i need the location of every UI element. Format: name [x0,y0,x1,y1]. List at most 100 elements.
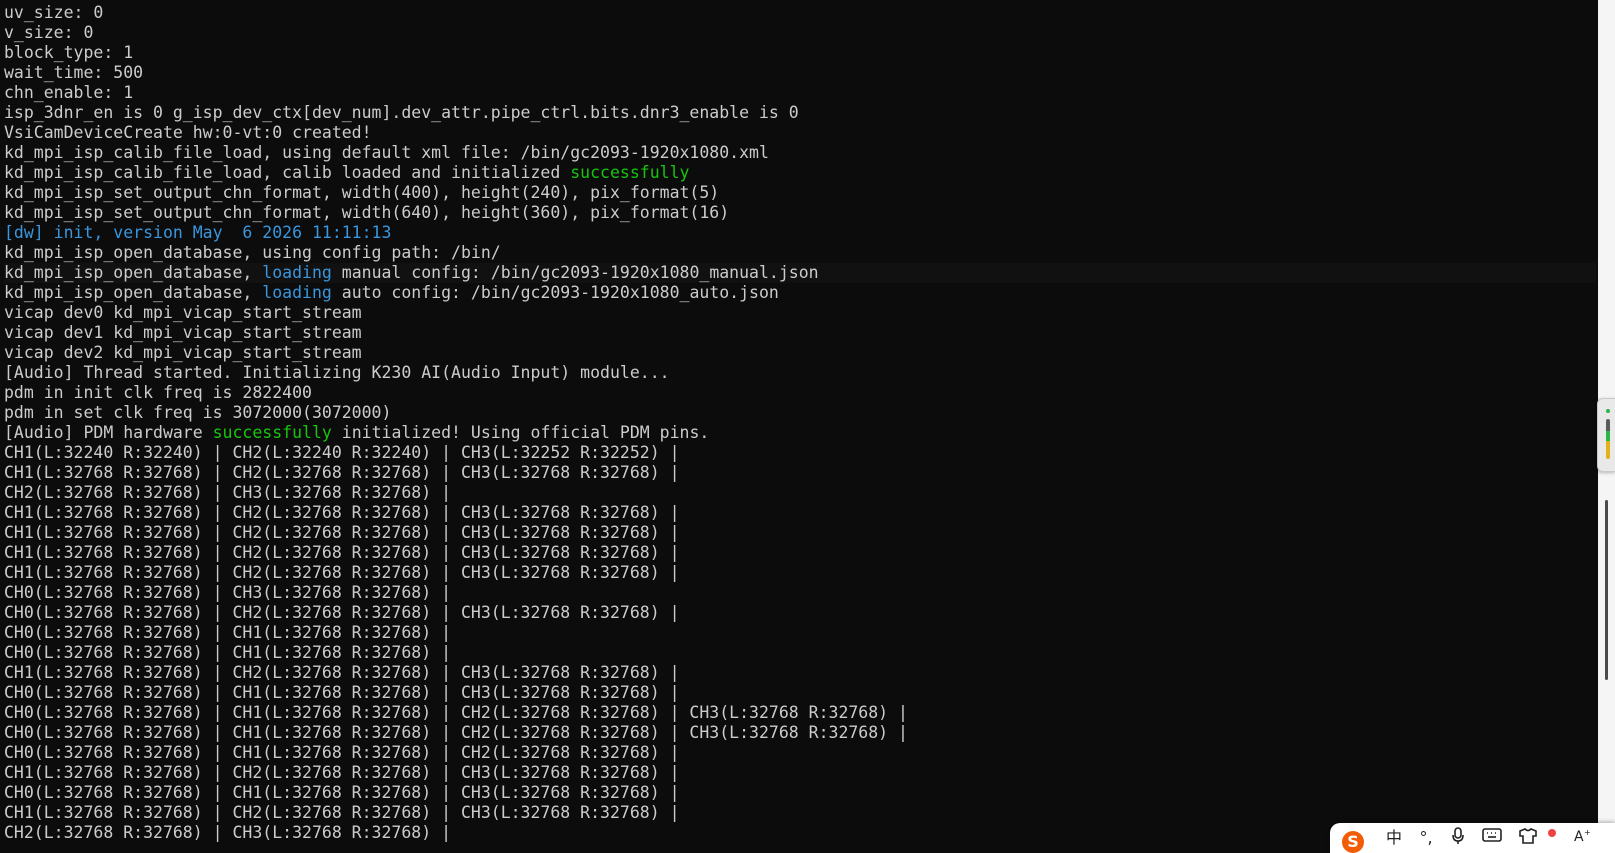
terminal-line: CH1(L:32768 R:32768) | CH2(L:32768 R:327… [4,503,1596,523]
ime-toolbar[interactable]: S 中 °, A + [1330,823,1615,853]
terminal-line: kd_mpi_isp_open_database, loading auto c… [4,283,1596,303]
terminal-line: CH1(L:32768 R:32768) | CH2(L:32768 R:327… [4,563,1596,583]
terminal-line: wait_time: 500 [4,63,1596,83]
terminal-window[interactable]: uv_size: 0 v_size: 0 block_type: 1 wait_tim… [0,0,1596,850]
chinese-mode-icon[interactable]: 中 [1382,827,1406,849]
terminal-line: vicap dev1 kd_mpi_vicap_start_stream [4,323,1596,343]
terminal-line: block_type: 1 [4,43,1596,63]
terminal-text: CH0(L:32768 R:32768) | CH1(L:32768 R:327… [4,723,908,742]
terminal-line: kd_mpi_isp_set_output_chn_format, width(… [4,203,1596,223]
svg-text:+: + [1584,828,1591,837]
terminal-text: CH1(L:32768 R:32768) | CH2(L:32768 R:327… [4,803,680,822]
terminal-text: CH0(L:32768 R:32768) | CH3(L:32768 R:327… [4,583,452,602]
toolbox-icon[interactable]: A + [1570,827,1594,851]
terminal-text: initialized! Using official PDM pins. [331,423,710,442]
terminal-line: [Audio] PDM hardware successfully initia… [4,423,1596,443]
terminal-text: successfully [570,163,690,182]
terminal-text: v_size: 0 [4,23,94,42]
terminal-line: CH1(L:32768 R:32768) | CH2(L:32768 R:327… [4,763,1596,783]
terminal-text: CH0(L:32768 R:32768) | CH1(L:32768 R:327… [4,783,680,802]
terminal-text: CH1(L:32768 R:32768) | CH2(L:32768 R:327… [4,463,680,482]
terminal-line: CH0(L:32768 R:32768) | CH3(L:32768 R:327… [4,583,1596,603]
terminal-text: [Audio] PDM hardware [4,423,213,442]
terminal-line: uv_size: 0 [4,3,1596,23]
terminal-text: [dw] init, version May 6 2026 11:11:13 [4,223,392,242]
terminal-line: CH1(L:32768 R:32768) | CH2(L:32768 R:327… [4,803,1596,823]
terminal-text: kd_mpi_isp_open_database, [4,283,263,302]
terminal-text: CH1(L:32768 R:32768) | CH2(L:32768 R:327… [4,523,680,542]
terminal-text: block_type: 1 [4,43,134,62]
terminal-text: loading [262,283,332,302]
terminal-output: uv_size: 0 v_size: 0 block_type: 1 wait_tim… [4,3,1596,843]
terminal-text: VsiCamDeviceCreate hw:0-vt:0 created! [4,123,372,142]
terminal-text: [Audio] Thread started. Initializing K23… [4,363,670,382]
terminal-line: pdm in set clk freq is 3072000(3072000) [4,403,1596,423]
terminal-text: successfully [212,423,332,442]
terminal-text: kd_mpi_isp_calib_file_load, calib loaded… [4,163,571,182]
skin-icon[interactable] [1516,827,1540,851]
terminal-line: VsiCamDeviceCreate hw:0-vt:0 created! [4,123,1596,143]
terminal-text: chn_enable: 1 [4,83,134,102]
terminal-text: CH2(L:32768 R:32768) | CH3(L:32768 R:327… [4,483,452,502]
terminal-text: kd_mpi_isp_open_database, using config p… [4,243,501,262]
terminal-line: vicap dev0 kd_mpi_vicap_start_stream [4,303,1596,323]
terminal-text: kd_mpi_isp_set_output_chn_format, width(… [4,183,720,202]
terminal-text: CH1(L:32768 R:32768) | CH2(L:32768 R:327… [4,563,680,582]
terminal-text: isp_3dnr_en is 0 g_isp_dev_ctx[dev_num].… [4,103,799,122]
terminal-text: CH0(L:32768 R:32768) | CH1(L:32768 R:327… [4,643,452,662]
terminal-line: kd_mpi_isp_calib_file_load, calib loaded… [4,163,1596,183]
terminal-line: [dw] init, version May 6 2026 11:11:13 [4,223,1596,243]
terminal-text: CH1(L:32768 R:32768) | CH2(L:32768 R:327… [4,543,680,562]
side-float-widget[interactable] [1597,398,1615,472]
terminal-line: vicap dev2 kd_mpi_vicap_start_stream [4,343,1596,363]
level-bar-icon [1606,419,1610,459]
terminal-line: CH0(L:32768 R:32768) | CH1(L:32768 R:327… [4,743,1596,763]
terminal-text: CH0(L:32768 R:32768) | CH2(L:32768 R:327… [4,603,680,622]
svg-text:A: A [1574,829,1584,845]
terminal-text: pdm in set clk freq is 3072000(3072000) [4,403,392,422]
terminal-line: CH1(L:32768 R:32768) | CH2(L:32768 R:327… [4,523,1596,543]
terminal-line: chn_enable: 1 [4,83,1596,103]
terminal-text: manual config: /bin/gc2093-1920x1080_man… [331,263,819,282]
terminal-text: pdm in init clk freq is 2822400 [4,383,312,402]
terminal-line: CH2(L:32768 R:32768) | CH3(L:32768 R:327… [4,483,1596,503]
terminal-text: vicap dev1 kd_mpi_vicap_start_stream [4,323,362,342]
terminal-text: loading [262,263,332,282]
terminal-text: vicap dev0 kd_mpi_vicap_start_stream [4,303,362,322]
terminal-line: kd_mpi_isp_set_output_chn_format, width(… [4,183,1596,203]
terminal-line: CH1(L:32240 R:32240) | CH2(L:32240 R:322… [4,443,1596,463]
terminal-text: kd_mpi_isp_set_output_chn_format, width(… [4,203,730,222]
terminal-line: v_size: 0 [4,23,1596,43]
punctuation-icon[interactable]: °, [1414,827,1438,849]
terminal-text: kd_mpi_isp_open_database, [4,263,263,282]
terminal-line: pdm in init clk freq is 2822400 [4,383,1596,403]
terminal-line: CH1(L:32768 R:32768) | CH2(L:32768 R:327… [4,663,1596,683]
notification-badge [1548,829,1556,837]
terminal-line: CH1(L:32768 R:32768) | CH2(L:32768 R:327… [4,463,1596,483]
terminal-line: CH0(L:32768 R:32768) | CH1(L:32768 R:327… [4,643,1596,663]
microphone-icon[interactable] [1446,827,1470,851]
terminal-text: CH0(L:32768 R:32768) | CH1(L:32768 R:327… [4,683,680,702]
terminal-line: CH0(L:32768 R:32768) | CH2(L:32768 R:327… [4,603,1596,623]
terminal-text: CH0(L:32768 R:32768) | CH1(L:32768 R:327… [4,743,680,762]
terminal-line: isp_3dnr_en is 0 g_isp_dev_ctx[dev_num].… [4,103,1596,123]
terminal-text: kd_mpi_isp_calib_file_load, using defaul… [4,143,769,162]
terminal-line: CH1(L:32768 R:32768) | CH2(L:32768 R:327… [4,543,1596,563]
terminal-text: CH0(L:32768 R:32768) | CH1(L:32768 R:327… [4,623,452,642]
terminal-line: kd_mpi_isp_open_database, using config p… [4,243,1596,263]
terminal-line: CH0(L:32768 R:32768) | CH1(L:32768 R:327… [4,783,1596,803]
status-dot-icon [1606,409,1610,413]
terminal-line: CH0(L:32768 R:32768) | CH1(L:32768 R:327… [4,723,1596,743]
keyboard-icon[interactable] [1480,827,1504,849]
terminal-text: CH1(L:32768 R:32768) | CH2(L:32768 R:327… [4,663,680,682]
terminal-text: CH1(L:32768 R:32768) | CH2(L:32768 R:327… [4,503,680,522]
terminal-line: CH0(L:32768 R:32768) | CH1(L:32768 R:327… [4,683,1596,703]
scrollbar-thumb[interactable] [1605,500,1608,680]
terminal-text: CH2(L:32768 R:32768) | CH3(L:32768 R:327… [4,823,452,842]
terminal-text: vicap dev2 kd_mpi_vicap_start_stream [4,343,362,362]
terminal-line: kd_mpi_isp_open_database, loading manual… [4,263,1596,283]
terminal-line: CH0(L:32768 R:32768) | CH1(L:32768 R:327… [4,703,1596,723]
terminal-text: CH1(L:32240 R:32240) | CH2(L:32240 R:322… [4,443,680,462]
terminal-line: [Audio] Thread started. Initializing K23… [4,363,1596,383]
terminal-line: kd_mpi_isp_calib_file_load, using defaul… [4,143,1596,163]
